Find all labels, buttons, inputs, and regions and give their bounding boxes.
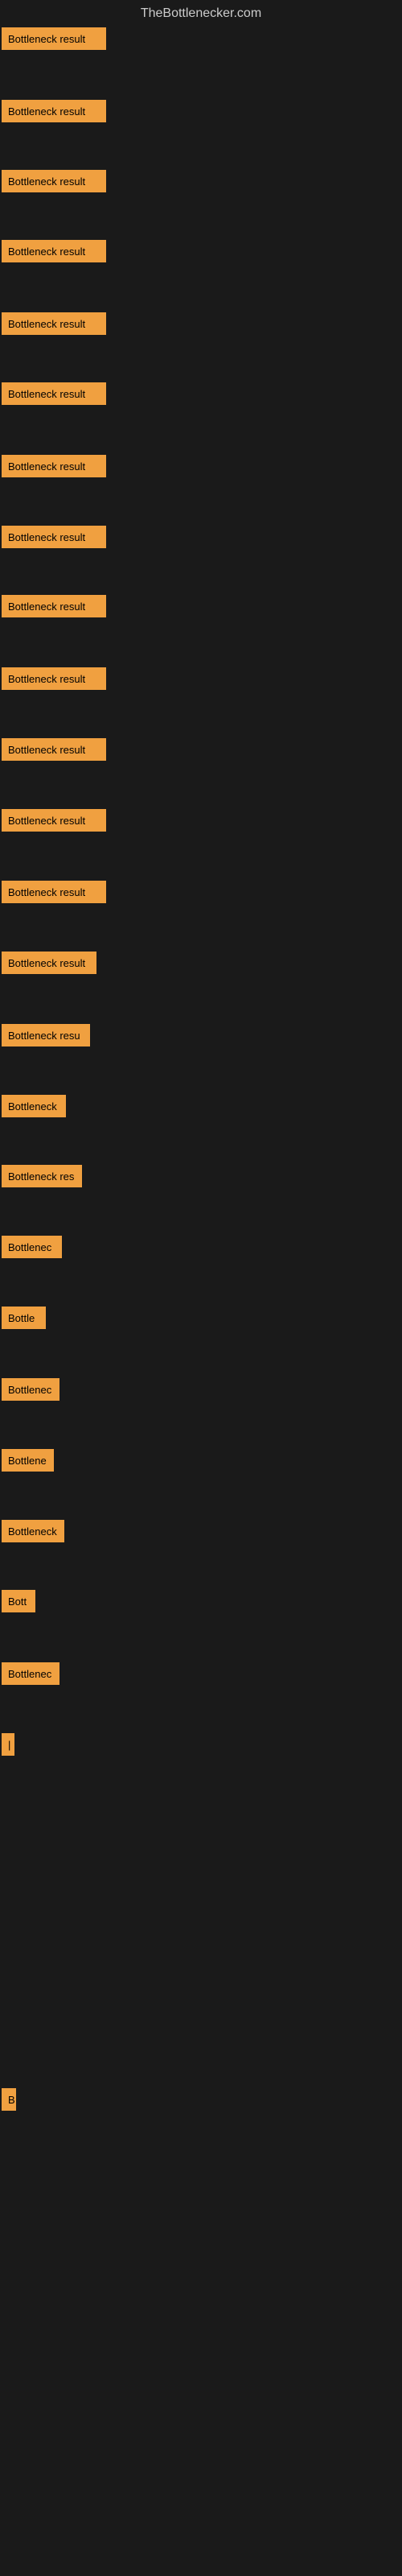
site-title: TheBottlenecker.com: [0, 0, 402, 27]
bottleneck-bar[interactable]: Bottleneck result: [2, 240, 106, 262]
bottleneck-bar[interactable]: Bottleneck result: [2, 170, 106, 192]
bottleneck-bar[interactable]: Bottlene: [2, 1449, 54, 1472]
bottleneck-bar[interactable]: Bottleneck result: [2, 667, 106, 690]
bottleneck-bar[interactable]: Bottleneck result: [2, 382, 106, 405]
bottleneck-bar[interactable]: Bottlenec: [2, 1236, 62, 1258]
bottleneck-bar[interactable]: Bottleneck resu: [2, 1024, 90, 1046]
bottleneck-bar[interactable]: |: [2, 1733, 14, 1756]
bottleneck-bar[interactable]: Bott: [2, 1590, 35, 1612]
bottleneck-bar[interactable]: Bottleneck result: [2, 881, 106, 903]
bottleneck-bar[interactable]: Bottleneck result: [2, 455, 106, 477]
bottleneck-bar[interactable]: B: [2, 2088, 16, 2111]
bottleneck-bar[interactable]: Bottleneck: [2, 1520, 64, 1542]
bottleneck-bar[interactable]: Bottleneck result: [2, 526, 106, 548]
bottleneck-bar[interactable]: Bottleneck res: [2, 1165, 82, 1187]
bottleneck-bar[interactable]: Bottleneck: [2, 1095, 66, 1117]
bottleneck-bar[interactable]: Bottlenec: [2, 1378, 59, 1401]
bottleneck-bar[interactable]: Bottleneck result: [2, 809, 106, 832]
bottleneck-bar[interactable]: Bottleneck result: [2, 738, 106, 761]
bottleneck-bar[interactable]: Bottlenec: [2, 1662, 59, 1685]
bottleneck-bar[interactable]: Bottleneck result: [2, 952, 96, 974]
bottleneck-bar[interactable]: Bottle: [2, 1307, 46, 1329]
bottleneck-bar[interactable]: Bottleneck result: [2, 312, 106, 335]
bottleneck-bar[interactable]: Bottleneck result: [2, 100, 106, 122]
bottleneck-bar[interactable]: Bottleneck result: [2, 27, 106, 50]
bottleneck-bar[interactable]: Bottleneck result: [2, 595, 106, 617]
